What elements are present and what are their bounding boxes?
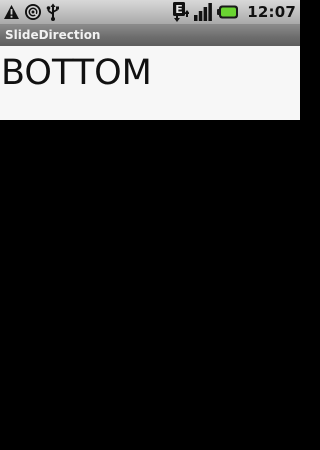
signal-icon — [193, 3, 213, 21]
app-title: SlideDirection — [5, 28, 101, 42]
content-panel: BOTTOM — [0, 46, 300, 120]
edge-network-icon: E — [173, 2, 190, 22]
system-icons: E 12:07 — [173, 2, 296, 22]
clock: 12:07 — [247, 3, 296, 21]
status-bar: E 12:07 — [0, 0, 300, 25]
phone-screen: E 12:07 SlideDirection BOTTOM — [0, 0, 300, 450]
usb-icon — [46, 3, 60, 21]
warning-icon — [3, 4, 20, 20]
notification-icons — [3, 2, 60, 22]
battery-icon — [217, 4, 239, 20]
edge-letter: E — [175, 3, 183, 16]
title-bar: SlideDirection — [0, 25, 300, 46]
at-sign-icon — [24, 3, 42, 21]
empty-content-area — [0, 120, 300, 450]
direction-label: BOTTOM — [1, 53, 152, 93]
